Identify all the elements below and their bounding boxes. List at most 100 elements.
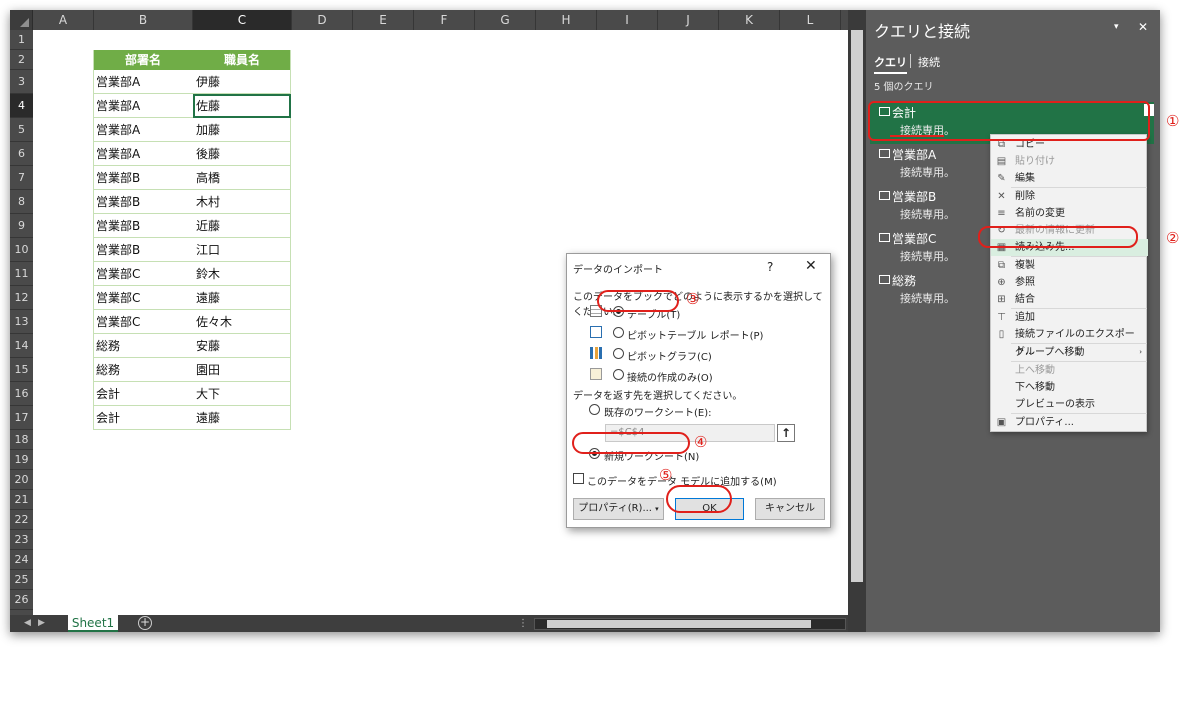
column-header-c[interactable]: C (193, 10, 292, 30)
tab-connections[interactable]: 接続 (918, 54, 940, 70)
table-icon (879, 149, 890, 158)
menu-item-item-15[interactable]: プレビューの表示 (991, 396, 1148, 413)
annotation-oval-load-to (978, 226, 1138, 248)
radio-pivot-chart[interactable] (613, 348, 624, 359)
pivot-chart-icon (590, 347, 602, 359)
destination-prompt: データを返す先を選択してください。 (573, 391, 743, 402)
annotation-oval-ok (666, 485, 732, 513)
menu-item-duplicate[interactable]: ⧉ 複製 (991, 257, 1148, 274)
existing-sheet-label[interactable]: 既存のワークシート(E): (604, 404, 712, 419)
column-header-e[interactable]: E (353, 10, 414, 30)
row-header-22[interactable]: 22 (10, 510, 33, 530)
table-icon (879, 275, 890, 284)
row-header-23[interactable]: 23 (10, 530, 33, 550)
column-header-l[interactable]: L (780, 10, 841, 30)
delete-icon: ✕ (997, 191, 1006, 202)
sheet-tab-bar: ◀ ▶ Sheet1 + ⋮ (10, 615, 848, 632)
row-header-19[interactable]: 19 (10, 450, 33, 470)
menu-item-item-12[interactable]: グループへ移動 › (991, 344, 1148, 361)
menu-item-reference[interactable]: ⊕ 参照 (991, 274, 1148, 291)
merge-icon: ⊞ (997, 294, 1006, 305)
menu-item-export[interactable]: ▯ 接続ファイルのエクスポート... (991, 326, 1148, 357)
column-header-k[interactable]: K (719, 10, 780, 30)
select-all-corner[interactable] (10, 10, 33, 30)
row-header-18[interactable]: 18 (10, 430, 33, 450)
radio-existing-sheet[interactable] (589, 404, 600, 415)
row-header-16[interactable]: 16 (10, 382, 33, 406)
row-header-25[interactable]: 25 (10, 570, 33, 590)
row-header-13[interactable]: 13 (10, 310, 33, 334)
column-header-a[interactable]: A (33, 10, 94, 30)
pane-dropdown-icon[interactable]: ▾ (1114, 22, 1119, 32)
split-handle-icon[interactable]: ⋮ (518, 615, 528, 632)
column-header-i[interactable]: I (597, 10, 658, 30)
menu-item-item-14[interactable]: 下へ移動 (991, 379, 1148, 396)
menu-item-delete[interactable]: ✕ 削除 (991, 188, 1148, 205)
horizontal-scroll-thumb[interactable] (547, 620, 811, 628)
row-header-5[interactable]: 5 (10, 118, 33, 142)
menu-item-properties[interactable]: ▣ プロパティ... (991, 414, 1148, 431)
sheet-prev-icon[interactable]: ◀ (24, 615, 31, 632)
row-header-12[interactable]: 12 (10, 286, 33, 310)
menu-item-label: 編集 (1015, 173, 1035, 184)
pane-close-icon[interactable]: ✕ (1138, 20, 1148, 34)
option-pivot-table[interactable]: ピボットテーブル レポート(P) (627, 327, 763, 342)
row-header-8[interactable]: 8 (10, 190, 33, 214)
row-header-1[interactable]: 1 (10, 30, 33, 50)
annotation-3: ③ (686, 290, 700, 308)
query-subtitle: 接続専用。 (900, 250, 955, 263)
close-button[interactable]: ✕ (805, 258, 817, 274)
column-header-d[interactable]: D (292, 10, 353, 30)
menu-item-rename[interactable]: ≡ 名前の変更 (991, 205, 1148, 222)
row-header-17[interactable]: 17 (10, 406, 33, 430)
annotation-underline-connection (890, 135, 944, 137)
column-header-j[interactable]: J (658, 10, 719, 30)
vertical-scrollbar[interactable] (848, 10, 866, 632)
row-header-11[interactable]: 11 (10, 262, 33, 286)
column-header-h[interactable]: H (536, 10, 597, 30)
row-header-15[interactable]: 15 (10, 358, 33, 382)
row-header-14[interactable]: 14 (10, 334, 33, 358)
annotation-4: ④ (694, 433, 708, 451)
dialog-title: データのインポート (573, 265, 663, 276)
menu-item-edit[interactable]: ✎ 編集 (991, 170, 1148, 187)
data-model-checkbox[interactable] (573, 473, 584, 484)
option-connection-only[interactable]: 接続の作成のみ(O) (627, 369, 713, 384)
add-sheet-button[interactable]: + (138, 616, 152, 630)
sheet-tab-sheet1[interactable]: Sheet1 (68, 615, 118, 632)
menu-item-item-13[interactable]: 上へ移動 (991, 362, 1148, 379)
row-header-2[interactable]: 2 (10, 50, 33, 70)
row-header-20[interactable]: 20 (10, 470, 33, 490)
properties-button[interactable]: プロパティ(R)... ▾ (573, 498, 664, 520)
column-header-g[interactable]: G (475, 10, 536, 30)
active-cell-c4[interactable] (193, 94, 291, 118)
chevron-down-icon: ▾ (655, 505, 659, 513)
radio-connection-only[interactable] (613, 369, 624, 380)
column-header-f[interactable]: F (414, 10, 475, 30)
menu-item-merge[interactable]: ⊞ 結合 (991, 291, 1148, 308)
row-header-10[interactable]: 10 (10, 238, 33, 262)
row-header-4[interactable]: 4 (10, 94, 33, 118)
menu-item-paste[interactable]: ▤ 貼り付け (991, 153, 1148, 170)
range-picker-up-arrow-icon[interactable]: ↑ (777, 424, 795, 442)
row-header-26[interactable]: 26 (10, 590, 33, 610)
row-header-6[interactable]: 6 (10, 142, 33, 166)
cancel-button[interactable]: キャンセル (755, 498, 825, 520)
radio-pivot-table[interactable] (613, 327, 624, 338)
sheet-next-icon[interactable]: ▶ (38, 615, 45, 632)
menu-item-label: 複製 (1015, 260, 1035, 271)
menu-item-label: 上へ移動 (1015, 365, 1055, 376)
help-button[interactable]: ? (767, 260, 773, 274)
pane-title: クエリと接続 (874, 22, 971, 41)
row-header-3[interactable]: 3 (10, 70, 33, 94)
option-pivot-chart[interactable]: ピボットグラフ(C) (627, 348, 712, 363)
menu-item-append[interactable]: ⊤ 追加 (991, 309, 1148, 326)
tab-queries[interactable]: クエリ (874, 54, 907, 74)
row-header-7[interactable]: 7 (10, 166, 33, 190)
horizontal-scrollbar[interactable] (534, 618, 846, 630)
row-header-21[interactable]: 21 (10, 490, 33, 510)
vertical-scroll-thumb[interactable] (851, 30, 863, 582)
row-header-24[interactable]: 24 (10, 550, 33, 570)
column-header-b[interactable]: B (94, 10, 193, 30)
row-header-9[interactable]: 9 (10, 214, 33, 238)
